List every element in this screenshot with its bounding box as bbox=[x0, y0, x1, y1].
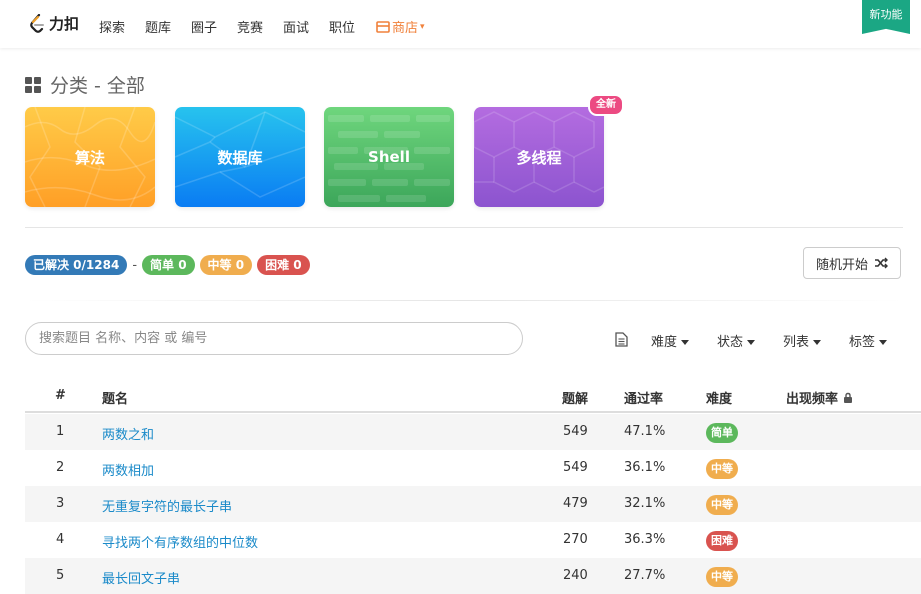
problem-title-link[interactable]: 两数相加 bbox=[102, 460, 154, 479]
stats-separator: - bbox=[132, 257, 138, 273]
problem-title-link[interactable]: 最长回文子串 bbox=[102, 568, 180, 587]
table-row: 1 两数之和 549 47.1% 简单 bbox=[25, 414, 921, 450]
caret-down-icon bbox=[813, 340, 822, 345]
difficulty-badge: 中等 bbox=[706, 495, 738, 515]
caret-down-icon bbox=[747, 340, 756, 345]
solution-count[interactable]: 549 bbox=[563, 424, 588, 439]
logo[interactable]: 力扣 bbox=[28, 13, 79, 34]
difficulty-badge: 困难 bbox=[706, 531, 738, 551]
solution-count[interactable]: 549 bbox=[563, 460, 588, 475]
problem-id: 5 bbox=[56, 568, 65, 583]
category-card-database[interactable]: 数据库 bbox=[175, 107, 305, 207]
category-label: 算法 bbox=[74, 148, 105, 167]
nav-discuss[interactable]: 圈子 bbox=[191, 17, 217, 36]
shuffle-icon bbox=[875, 257, 888, 269]
divider bbox=[25, 227, 903, 228]
filter-label: 标签 bbox=[849, 335, 876, 350]
nav-jobs[interactable]: 职位 bbox=[329, 17, 355, 36]
problem-id: 2 bbox=[56, 460, 65, 475]
hard-count-badge: 困难 0 bbox=[257, 255, 310, 275]
category-label: Shell bbox=[368, 148, 410, 166]
category-card-shell[interactable]: Shell bbox=[324, 107, 454, 207]
nav-store-label: 商店 bbox=[392, 21, 419, 36]
category-label: 数据库 bbox=[217, 148, 263, 167]
search-input[interactable] bbox=[25, 322, 523, 355]
column-header-frequency[interactable]: 出现频率 bbox=[786, 388, 853, 407]
acceptance-rate: 36.1% bbox=[624, 460, 666, 475]
problem-title-link[interactable]: 两数之和 bbox=[102, 424, 154, 443]
solved-count-badge: 已解决 0/1284 bbox=[25, 255, 128, 275]
lock-icon bbox=[844, 392, 853, 403]
column-header-id[interactable]: # bbox=[55, 388, 66, 403]
caret-down-icon bbox=[681, 340, 690, 345]
problem-id: 4 bbox=[56, 532, 65, 547]
progress-stats: 已解决 0/1284 - 简单 0 中等 0 困难 0 bbox=[25, 255, 310, 275]
nav-explore[interactable]: 探索 bbox=[99, 17, 125, 36]
category-card-algorithms[interactable]: 算法 bbox=[25, 107, 155, 207]
leetcode-logo-icon bbox=[30, 13, 44, 33]
chevron-down-icon: ▾ bbox=[420, 21, 425, 32]
logo-text: 力扣 bbox=[49, 15, 80, 33]
column-header-acceptance[interactable]: 通过率 bbox=[624, 388, 663, 407]
random-start-label: 随机开始 bbox=[815, 257, 868, 273]
nav-problems[interactable]: 题库 bbox=[145, 17, 171, 36]
acceptance-rate: 27.7% bbox=[624, 568, 666, 583]
difficulty-badge: 简单 bbox=[706, 423, 738, 443]
filter-label: 列表 bbox=[783, 335, 810, 350]
filter-status[interactable]: 状态 bbox=[717, 331, 756, 350]
column-header-title[interactable]: 题名 bbox=[102, 388, 128, 407]
acceptance-rate: 32.1% bbox=[624, 496, 666, 511]
problem-id: 1 bbox=[56, 424, 65, 439]
problem-title-link[interactable]: 无重复字符的最长子串 bbox=[102, 496, 232, 515]
filter-difficulty[interactable]: 难度 bbox=[651, 331, 690, 350]
frequency-label: 出现频率 bbox=[786, 392, 839, 407]
category-label: 多线程 bbox=[516, 148, 562, 167]
solution-count[interactable]: 479 bbox=[563, 496, 588, 511]
new-feature-ribbon[interactable]: 新功能 bbox=[862, 0, 910, 34]
solution-count[interactable]: 240 bbox=[563, 568, 588, 583]
acceptance-rate: 47.1% bbox=[624, 424, 666, 439]
page-title-text: 分类 - 全部 bbox=[50, 75, 145, 97]
table-row: 2 两数相加 549 36.1% 中等 bbox=[25, 450, 921, 486]
medium-count-badge: 中等 0 bbox=[199, 255, 253, 275]
solution-count[interactable]: 270 bbox=[563, 532, 588, 547]
easy-count-badge: 简单 0 bbox=[142, 255, 195, 275]
problem-title-link[interactable]: 寻找两个有序数组的中位数 bbox=[102, 532, 258, 551]
document-icon[interactable] bbox=[615, 332, 628, 347]
column-header-difficulty[interactable]: 难度 bbox=[706, 388, 732, 407]
acceptance-rate: 36.3% bbox=[624, 532, 666, 547]
difficulty-badge: 中等 bbox=[706, 459, 738, 479]
caret-down-icon bbox=[879, 340, 888, 345]
table-header: # 题名 题解 通过率 难度 出现频率 bbox=[25, 378, 921, 413]
nav-store[interactable]: 商店 ▾ bbox=[376, 17, 425, 36]
table-row: 5 最长回文子串 240 27.7% 中等 bbox=[25, 558, 921, 594]
problem-id: 3 bbox=[56, 496, 65, 511]
table-row: 4 寻找两个有序数组的中位数 270 36.3% 困难 bbox=[25, 522, 921, 558]
divider bbox=[25, 300, 903, 301]
random-start-button[interactable]: 随机开始 bbox=[803, 247, 901, 279]
filter-label: 难度 bbox=[651, 335, 678, 350]
filter-list[interactable]: 列表 bbox=[783, 331, 822, 350]
category-card-concurrency[interactable]: 多线程 bbox=[474, 107, 604, 207]
store-icon bbox=[376, 20, 390, 33]
nav-interview[interactable]: 面试 bbox=[283, 17, 309, 36]
difficulty-badge: 中等 bbox=[706, 567, 738, 587]
filter-tags[interactable]: 标签 bbox=[849, 331, 888, 350]
grid-icon bbox=[25, 76, 41, 93]
nav-contest[interactable]: 竞赛 bbox=[237, 17, 263, 36]
table-row: 3 无重复字符的最长子串 479 32.1% 中等 bbox=[25, 486, 921, 522]
column-header-solutions[interactable]: 题解 bbox=[562, 388, 588, 407]
top-nav: 力扣 探索 题库 圈子 竞赛 面试 职位 商店 ▾ 新功能 bbox=[0, 0, 921, 48]
filter-label: 状态 bbox=[717, 335, 744, 350]
page-title: 分类 - 全部 bbox=[25, 71, 145, 98]
